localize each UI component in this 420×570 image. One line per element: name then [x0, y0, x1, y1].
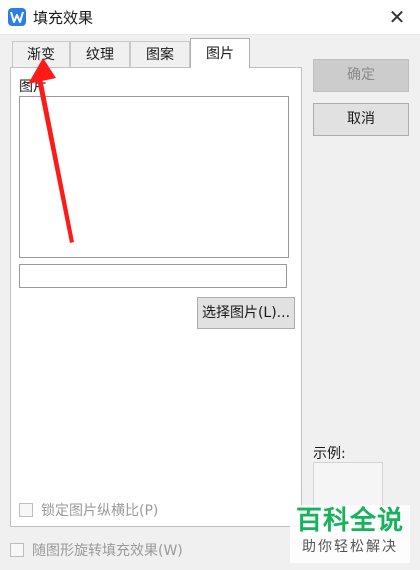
picture-preview-box: [19, 96, 289, 258]
tab-gradient[interactable]: 渐变: [12, 41, 70, 67]
lock-aspect-ratio-checkbox-row[interactable]: 锁定图片纵横比(P): [19, 500, 158, 520]
rotate-with-shape-label: 随图形旋转填充效果(W): [32, 543, 183, 559]
picture-path-field[interactable]: [19, 264, 287, 288]
tab-texture[interactable]: 纹理: [70, 41, 130, 67]
title-bar: 填充效果 ✕: [0, 0, 420, 35]
ok-button[interactable]: 确定: [313, 59, 409, 92]
lock-aspect-ratio-label: 锁定图片纵横比(P): [41, 503, 159, 519]
close-icon[interactable]: ✕: [384, 4, 410, 30]
picture-tab-panel: 图片 选择图片(L)... 锁定图片纵横比(P): [10, 67, 302, 527]
tab-picture[interactable]: 图片: [190, 38, 250, 68]
sample-label: 示例:: [313, 446, 346, 462]
app-logo-icon: [8, 8, 26, 26]
watermark-subtitle: 助你轻松解决: [302, 539, 398, 555]
picture-group-label: 图片: [19, 79, 47, 95]
window-title: 填充效果: [33, 9, 94, 27]
lock-aspect-ratio-checkbox[interactable]: [19, 503, 33, 517]
cancel-button[interactable]: 取消: [313, 103, 409, 136]
watermark-title: 百科全说: [295, 506, 404, 536]
watermark: 百科全说 助你轻松解决: [290, 505, 410, 563]
select-picture-button[interactable]: 选择图片(L)...: [197, 297, 295, 329]
rotate-with-shape-checkbox-row[interactable]: 随图形旋转填充效果(W): [10, 540, 183, 560]
rotate-with-shape-checkbox[interactable]: [10, 543, 24, 557]
tab-pattern[interactable]: 图案: [130, 41, 190, 67]
